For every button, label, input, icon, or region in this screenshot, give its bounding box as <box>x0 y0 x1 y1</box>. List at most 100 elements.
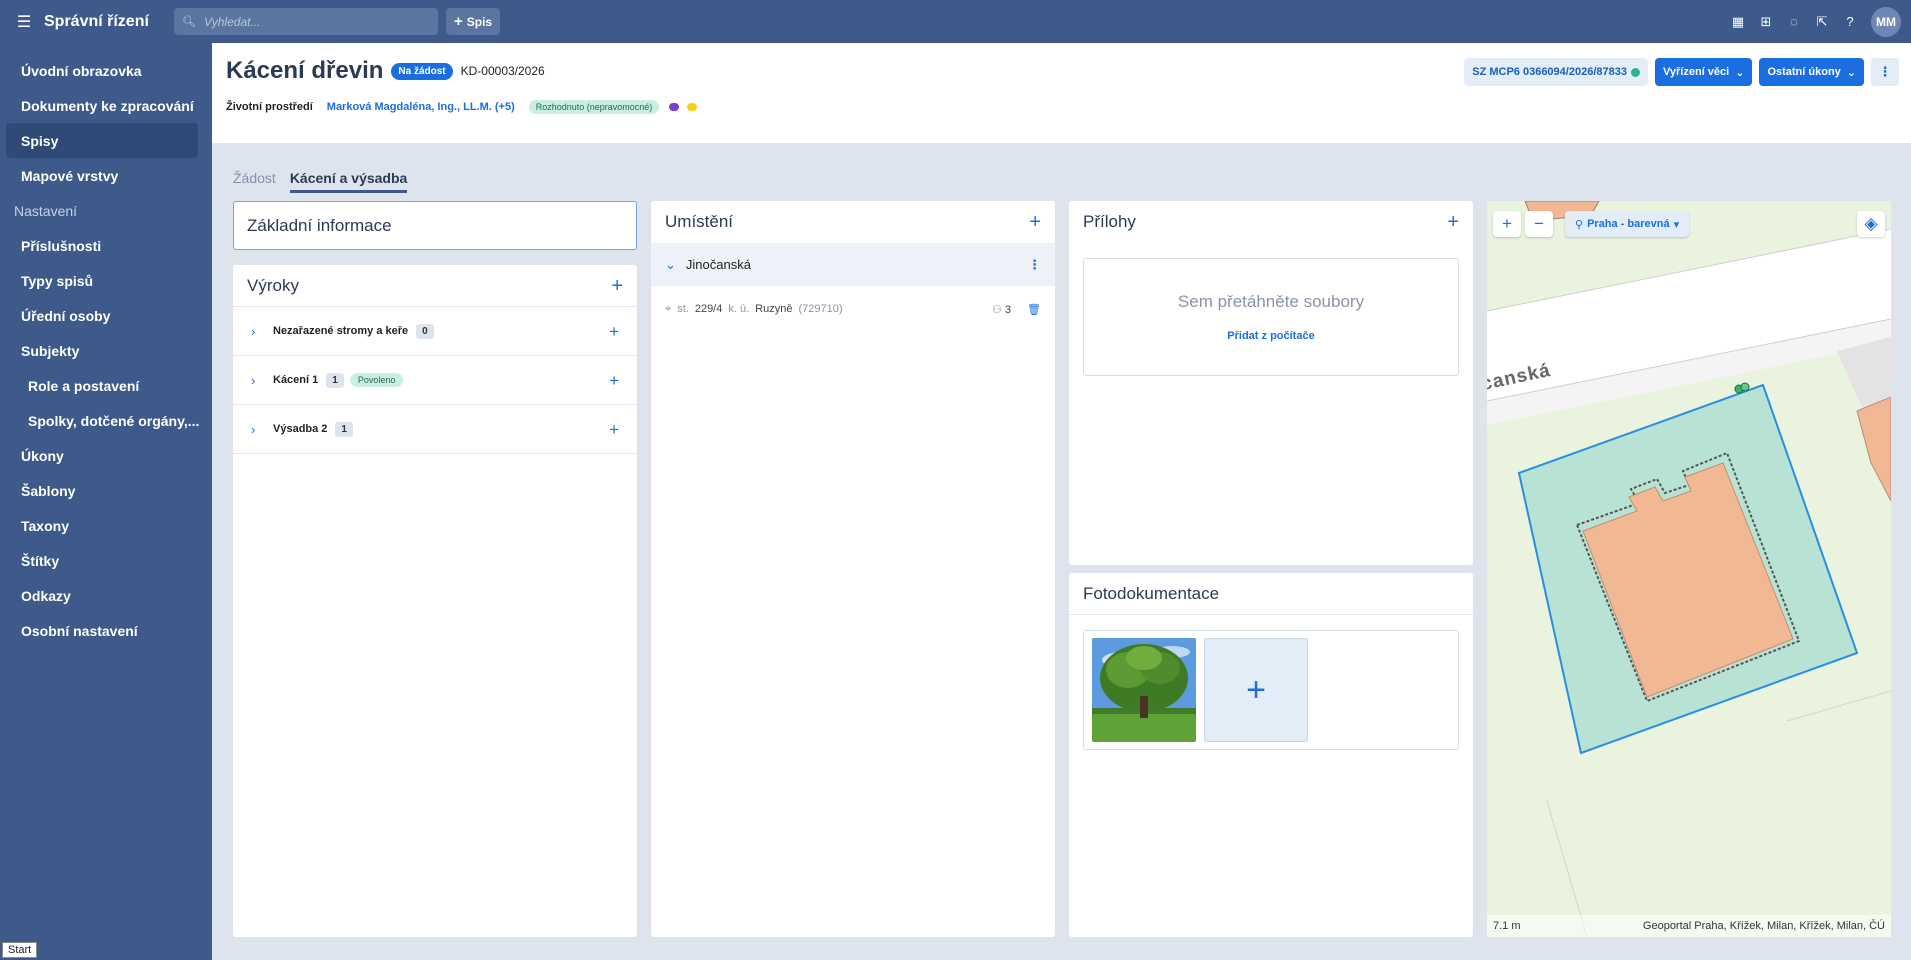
scale-bar: 7.1 m <box>1493 920 1521 932</box>
ku-code: (729710) <box>798 303 843 315</box>
tag-yellow[interactable] <box>687 103 698 111</box>
photo-gallery: + <box>1083 630 1459 750</box>
case-id: KD-00003/2026 <box>460 64 545 78</box>
file-dropzone[interactable]: Sem přetáhněte soubory Přidat z počítače <box>1083 258 1459 376</box>
map-attribution: Geoportal Praha, Křížek, Milan, Křížek, … <box>1642 920 1885 932</box>
sz-status-dot <box>1630 67 1640 77</box>
basemap-select[interactable]: ⚲ Praha - barevná ▾ <box>1565 211 1690 237</box>
sidebar-item-spolky[interactable]: Spolky, dotčené orgány,... <box>0 403 212 438</box>
more-options-icon[interactable]: ⋮ <box>1028 257 1041 273</box>
type-badge: Na žádost <box>391 62 453 80</box>
loading-icon[interactable]: ◌ <box>1787 14 1801 29</box>
avatar[interactable]: MM <box>1871 6 1901 37</box>
ostatni-label: Ostatní úkony <box>1767 66 1841 78</box>
map-view[interactable]: canská + − ⚲ Praha - barevná ▾ ◈ 7.1 m G… <box>1487 201 1891 937</box>
add-attachment-icon[interactable]: + <box>1447 212 1459 232</box>
zoom-out-icon[interactable]: − <box>1525 211 1553 237</box>
zakladni-informace-card[interactable]: Základní informace <box>233 201 637 250</box>
chevron-down-icon[interactable]: ⌄ <box>665 257 676 273</box>
vyrok-label: Kácení 1 <box>273 374 319 386</box>
zoom-in-icon[interactable]: + <box>1493 211 1521 237</box>
pin-icon: ⌖ <box>665 302 672 315</box>
help-icon[interactable]: ? <box>1843 14 1857 29</box>
vyrok-row[interactable]: › Výsadba 2 1 + <box>233 405 637 454</box>
fotodokumentace-panel: Fotodokumentace + <box>1069 573 1473 937</box>
map-controls: + − ⚲ Praha - barevná ▾ <box>1493 211 1690 237</box>
persons-count[interactable]: ⚇ 3 <box>992 303 1011 316</box>
status-badge: Rozhodnuto (nepravomocné) <box>528 100 660 114</box>
search-input[interactable] <box>203 14 424 29</box>
vyrizeni-button[interactable]: Vyřízení věci ⌄ <box>1654 58 1753 86</box>
caret-down-icon: ▾ <box>1673 218 1680 231</box>
external-link-icon[interactable]: ⇱ <box>1815 14 1829 30</box>
umisteni-title: Umístění <box>665 212 734 231</box>
location-group[interactable]: ⌄ Jinočanská ⋮ <box>651 243 1055 286</box>
vyrizeni-label: Vyřízení věci <box>1662 66 1730 78</box>
umisteni-panel: Umístění + ⌄ Jinočanská ⋮ ⌖ st. 229/4 k.… <box>651 201 1055 937</box>
sidebar-item-uvodni[interactable]: Úvodní obrazovka <box>0 53 212 88</box>
search-box[interactable]: 🔍︎ <box>174 8 438 35</box>
chevron-down-icon: ⌄ <box>1846 66 1856 79</box>
sidebar-item-dokumenty[interactable]: Dokumenty ke zpracování <box>0 88 212 123</box>
chevron-right-icon[interactable]: › <box>251 422 271 437</box>
sidebar-item-odkazy[interactable]: Odkazy <box>0 578 212 613</box>
layers-icon[interactable]: ◈ <box>1857 211 1885 237</box>
map-canvas[interactable] <box>1487 201 1891 937</box>
persons-value: 3 <box>1004 303 1012 316</box>
sidebar-item-taxony[interactable]: Taxony <box>0 508 212 543</box>
vyrok-count: 1 <box>326 372 344 388</box>
app-title[interactable]: Správní řízení <box>44 13 158 31</box>
calendar-icon[interactable]: ▦ <box>1731 14 1745 30</box>
sidebar-item-sablony[interactable]: Šablony <box>0 473 212 508</box>
tag-purple[interactable] <box>669 103 680 111</box>
vyroky-title: Výroky <box>247 275 299 295</box>
sidebar-item-mapove-vrstvy[interactable]: Mapové vrstvy <box>0 158 212 193</box>
chevron-down-icon: ⌄ <box>1735 66 1745 79</box>
ostatni-ukony-button[interactable]: Ostatní úkony ⌄ <box>1759 58 1864 86</box>
sidebar-item-stitky[interactable]: Štítky <box>0 543 212 578</box>
search-icon: 🔍︎ <box>182 16 196 28</box>
plus-icon: + <box>454 13 463 30</box>
sidebar-item-typy-spisu[interactable]: Typy spisů <box>0 263 212 298</box>
parcel-number: 229/4 <box>694 303 723 315</box>
add-location-icon[interactable]: + <box>1029 212 1041 232</box>
sidebar-item-osobni-nastaveni[interactable]: Osobní nastavení <box>0 613 212 648</box>
add-from-computer-link[interactable]: Přidat z počítače <box>1227 330 1314 342</box>
vyrok-row[interactable]: › Kácení 1 1 Povoleno + <box>233 356 637 405</box>
add-item-icon[interactable]: + <box>609 323 619 340</box>
menu-icon[interactable]: ☰ <box>14 12 34 32</box>
sidebar-item-ukony[interactable]: Úkony <box>0 438 212 473</box>
sidebar-item-spisy[interactable]: Spisy <box>6 123 198 158</box>
add-spis-button[interactable]: + Spis <box>446 8 501 35</box>
add-vyrok-icon[interactable]: + <box>611 276 623 296</box>
more-options-icon[interactable]: ⋮ <box>1871 58 1899 86</box>
sidebar-item-subjekty[interactable]: Subjekty <box>0 333 212 368</box>
case-header: Kácení dřevin Na žádost KD-00003/2026 Ži… <box>212 43 1911 143</box>
trash-icon[interactable]: 🗑︎ <box>1027 303 1041 316</box>
table-icon[interactable]: ⊞ <box>1759 14 1773 30</box>
add-photo-button[interactable]: + <box>1204 638 1308 742</box>
tree-image <box>1092 638 1196 742</box>
person-icon: ⚇ <box>991 303 1005 316</box>
tab-zadost[interactable]: Žádost <box>233 170 276 193</box>
parcel-row[interactable]: ⌖ st. 229/4 k. ú. Ruzyně (729710) ⚇ 3 🗑︎ <box>651 286 1055 332</box>
chevron-right-icon[interactable]: › <box>251 324 271 339</box>
sidebar-item-role[interactable]: Role a postavení <box>0 368 212 403</box>
vyrok-count: 1 <box>335 421 353 437</box>
add-item-icon[interactable]: + <box>609 372 619 389</box>
pin-icon: ⚲ <box>1575 218 1584 231</box>
vyrok-status-badge: Povoleno <box>349 373 404 387</box>
tab-kaceni-vysadba[interactable]: Kácení a výsadba <box>289 170 408 193</box>
parcel-prefix: st. <box>677 303 689 315</box>
add-item-icon[interactable]: + <box>609 421 619 438</box>
add-spis-label: Spis <box>466 14 493 29</box>
vyrok-row[interactable]: › Nezařazené stromy a keře 0 + <box>233 307 637 356</box>
tree-photo-thumbnail[interactable] <box>1092 638 1196 742</box>
owner-link[interactable]: Marková Magdaléna, Ing., LL.M. (+5) <box>327 101 515 113</box>
sidebar-item-prislusnosti[interactable]: Příslušnosti <box>0 228 212 263</box>
sidebar-section-nastaveni: Nastavení <box>14 202 78 219</box>
sidebar-item-uredni-osoby[interactable]: Úřední osoby <box>0 298 212 333</box>
chevron-right-icon[interactable]: › <box>251 373 271 388</box>
sz-number-chip[interactable]: SZ MCP6 0366094/2026/87833 <box>1464 58 1648 86</box>
dropzone-text: Sem přetáhněte soubory <box>1177 292 1365 311</box>
